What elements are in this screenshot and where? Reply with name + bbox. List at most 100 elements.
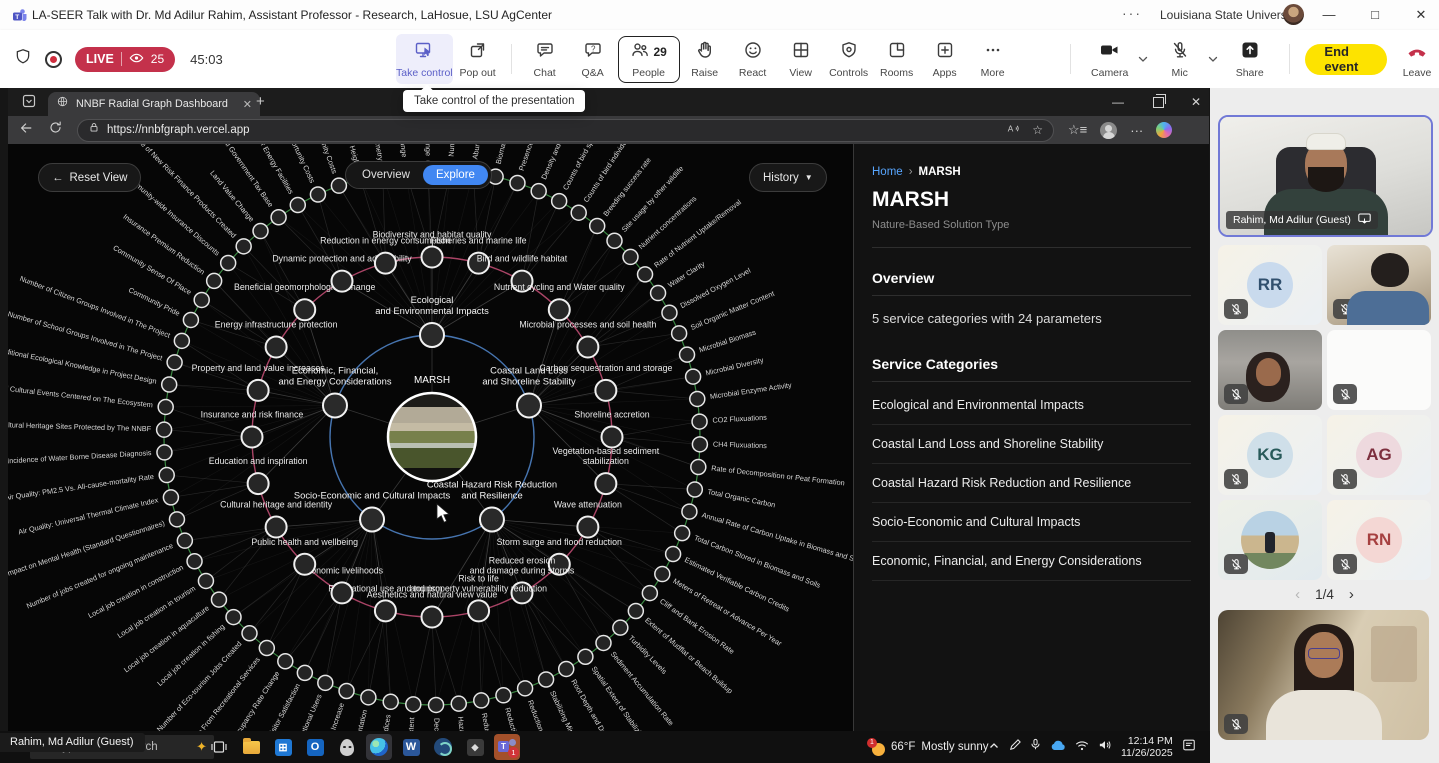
outer-parameter-node[interactable]	[672, 326, 687, 341]
pager-prev-icon[interactable]: ‹	[1295, 586, 1300, 603]
parameter-node[interactable]	[595, 473, 616, 494]
outer-parameter-node[interactable]	[680, 347, 695, 362]
outer-parameter-node[interactable]	[682, 504, 697, 519]
maximize-button[interactable]: □	[1358, 0, 1392, 29]
mic-button[interactable]: Mic	[1157, 34, 1203, 84]
participant-tile[interactable]: AG	[1327, 415, 1431, 495]
outer-parameter-node[interactable]	[198, 573, 213, 588]
onedrive-icon[interactable]	[1050, 738, 1066, 756]
parameter-node[interactable]	[422, 247, 443, 268]
parameter-node[interactable]	[294, 299, 315, 320]
outer-parameter-node[interactable]	[496, 688, 511, 703]
participant-tile[interactable]: RN	[1327, 500, 1431, 580]
new-tab-button[interactable]: +	[256, 93, 265, 110]
outer-parameter-node[interactable]	[226, 610, 241, 625]
favorites-bar-icon[interactable]: ☆≡	[1068, 122, 1087, 138]
leave-button[interactable]: Leave	[1395, 40, 1439, 79]
parameter-node[interactable]	[294, 554, 315, 575]
apps-button[interactable]: Apps	[922, 34, 968, 84]
outer-parameter-node[interactable]	[271, 210, 286, 225]
outer-parameter-node[interactable]	[162, 377, 177, 392]
outer-parameter-node[interactable]	[194, 292, 209, 307]
outer-parameter-node[interactable]	[662, 305, 677, 320]
reset-view-button[interactable]: ←Reset View	[38, 163, 141, 192]
more-button[interactable]: More	[970, 34, 1016, 84]
outer-parameter-node[interactable]	[666, 547, 681, 562]
participant-tile[interactable]	[1327, 330, 1431, 410]
outer-parameter-node[interactable]	[691, 460, 706, 475]
parameter-node[interactable]	[332, 271, 353, 292]
breadcrumb-home-link[interactable]: Home	[872, 166, 903, 178]
outer-parameter-node[interactable]	[242, 626, 257, 641]
outer-parameter-node[interactable]	[651, 286, 666, 301]
outer-parameter-node[interactable]	[174, 333, 189, 348]
take-control-button[interactable]: Take control	[396, 34, 453, 84]
outlook-icon[interactable]: O	[302, 734, 328, 760]
outer-parameter-node[interactable]	[638, 267, 653, 282]
back-icon[interactable]	[18, 120, 34, 141]
outer-parameter-node[interactable]	[187, 554, 202, 569]
favorite-star-icon[interactable]: ☆	[1032, 123, 1043, 137]
camera-options-chevron-icon[interactable]	[1137, 53, 1149, 65]
outer-parameter-node[interactable]	[607, 233, 622, 248]
parameter-node[interactable]	[577, 517, 598, 538]
outer-parameter-node[interactable]	[518, 681, 533, 696]
controls-button[interactable]: Controls	[826, 34, 872, 84]
pen-tray-icon[interactable]	[1009, 738, 1021, 756]
parameter-node[interactable]	[375, 253, 396, 274]
outer-parameter-node[interactable]	[331, 178, 346, 193]
browser-tab[interactable]: NNBF Radial Graph Dashboard ✕	[48, 92, 260, 116]
outer-parameter-node[interactable]	[159, 468, 174, 483]
outer-parameter-node[interactable]	[158, 399, 173, 414]
outer-parameter-node[interactable]	[613, 620, 628, 635]
outer-parameter-node[interactable]	[310, 187, 325, 202]
outer-parameter-node[interactable]	[531, 184, 546, 199]
browser-close-button[interactable]: ✕	[1178, 88, 1214, 116]
rooms-button[interactable]: Rooms	[874, 34, 920, 84]
tab-actions-icon[interactable]	[22, 94, 36, 113]
outer-parameter-node[interactable]	[383, 694, 398, 709]
outer-parameter-node[interactable]	[623, 249, 638, 264]
outer-parameter-node[interactable]	[361, 690, 376, 705]
browser-more-icon[interactable]: ···	[1130, 123, 1143, 138]
parameter-node[interactable]	[266, 517, 287, 538]
outer-parameter-node[interactable]	[157, 445, 172, 460]
outer-parameter-node[interactable]	[559, 661, 574, 676]
raise-hand-button[interactable]: Raise	[682, 34, 728, 84]
mic-options-chevron-icon[interactable]	[1207, 53, 1219, 65]
pop-out-button[interactable]: Pop out	[455, 34, 501, 84]
outer-parameter-node[interactable]	[211, 592, 226, 607]
outer-parameter-node[interactable]	[578, 649, 593, 664]
category-list-item[interactable]: Coastal Land Loss and Shoreline Stabilit…	[872, 425, 1191, 464]
participant-tile[interactable]	[1218, 500, 1322, 580]
word-icon[interactable]: W	[398, 734, 424, 760]
category-node[interactable]	[420, 323, 444, 347]
camera-button[interactable]: Camera	[1087, 34, 1133, 84]
tab-overview[interactable]: Overview	[349, 165, 423, 185]
category-node[interactable]	[480, 508, 504, 532]
parameter-node[interactable]	[549, 299, 570, 320]
outer-parameter-node[interactable]	[539, 672, 554, 687]
browser-restore-button[interactable]	[1140, 88, 1176, 116]
outer-parameter-node[interactable]	[655, 567, 670, 582]
refresh-icon[interactable]	[48, 120, 63, 140]
outer-parameter-node[interactable]	[596, 635, 611, 650]
outer-parameter-node[interactable]	[207, 273, 222, 288]
hidden-icons-chevron-icon[interactable]	[988, 738, 1000, 756]
outer-parameter-node[interactable]	[290, 198, 305, 213]
participant-tile[interactable]: RR	[1218, 245, 1322, 325]
outer-parameter-node[interactable]	[675, 526, 690, 541]
webex-icon[interactable]	[430, 734, 456, 760]
security-shield-icon[interactable]	[14, 47, 32, 71]
share-button[interactable]: Share	[1227, 34, 1273, 84]
parameter-node[interactable]	[602, 427, 623, 448]
outer-parameter-node[interactable]	[590, 218, 605, 233]
titlebar-more-icon[interactable]: ···	[1122, 5, 1142, 21]
outer-parameter-node[interactable]	[686, 369, 701, 384]
outer-parameter-node[interactable]	[169, 512, 184, 527]
tab-close-icon[interactable]: ✕	[243, 98, 252, 111]
outer-parameter-node[interactable]	[552, 194, 567, 209]
outer-parameter-node[interactable]	[297, 665, 312, 680]
outer-parameter-node[interactable]	[221, 255, 236, 270]
task-view-icon[interactable]	[206, 734, 232, 760]
